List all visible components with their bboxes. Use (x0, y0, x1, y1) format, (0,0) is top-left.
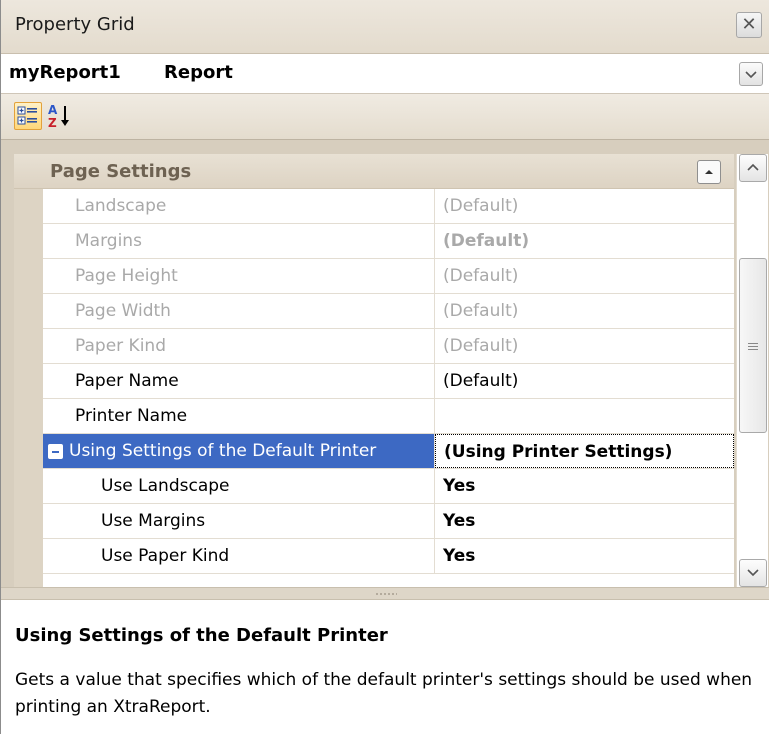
scroll-down-button[interactable] (739, 559, 767, 587)
svg-text:Z: Z (48, 116, 57, 130)
property-value[interactable]: (Using Printer Settings) (435, 434, 734, 468)
property-value[interactable]: Yes (435, 539, 734, 573)
property-name-selected: Using Settings of the Default Printer (43, 434, 435, 468)
category-row-page-settings[interactable]: Page Settings (14, 154, 734, 189)
property-row-use-paper-kind[interactable]: Use Paper Kind Yes (43, 539, 734, 574)
alphabetical-view-button[interactable]: A Z (46, 102, 74, 130)
property-name: Page Width (43, 294, 435, 328)
property-value[interactable]: (Default) (435, 294, 734, 328)
collapse-category-button[interactable] (697, 160, 721, 184)
svg-text:A: A (48, 103, 58, 117)
property-row-page-height[interactable]: Page Height (Default) (43, 259, 734, 294)
property-name-text: Using Settings of the Default Printer (69, 441, 377, 461)
row-gutter (14, 189, 43, 587)
property-name: Use Landscape (43, 469, 435, 503)
grip-line (748, 343, 758, 344)
scroll-up-button[interactable] (739, 154, 767, 182)
collapse-expander-icon[interactable] (48, 444, 63, 459)
property-grid-panel: Property Grid ✕ myReport1 Report A Z Pag… (0, 0, 769, 735)
description-splitter[interactable] (1, 587, 769, 600)
property-row-page-width[interactable]: Page Width (Default) (43, 294, 734, 329)
property-name: Landscape (43, 189, 435, 223)
object-selector-dropdown-button[interactable] (739, 62, 763, 86)
property-name: Use Paper Kind (43, 539, 435, 573)
property-name: Paper Name (43, 364, 435, 398)
property-name: Use Margins (43, 504, 435, 538)
categorized-icon (17, 106, 37, 125)
categorized-view-button[interactable] (14, 102, 42, 130)
object-selector[interactable]: myReport1 Report (1, 54, 769, 94)
description-text: Gets a value that specifies which of the… (15, 670, 753, 717)
chevron-down-icon (747, 569, 759, 577)
close-button[interactable]: ✕ (736, 12, 762, 38)
chevron-up-icon (705, 170, 713, 174)
property-value[interactable]: (Default) (435, 259, 734, 293)
property-name: Margins (43, 224, 435, 258)
toolbar: A Z (1, 94, 769, 140)
property-row-margins[interactable]: Margins (Default) (43, 224, 734, 259)
property-name: Paper Kind (43, 329, 435, 363)
property-list: Page Settings Landscape (Default) Margin… (14, 154, 734, 587)
selected-object-type: Report (164, 62, 233, 83)
property-value[interactable]: (Default) (435, 224, 734, 258)
panel-title: Property Grid (15, 14, 135, 35)
property-row-printer-name[interactable]: Printer Name (43, 399, 734, 434)
description-panel: Using Settings of the Default Printer Ge… (1, 600, 769, 735)
property-row-use-landscape[interactable]: Use Landscape Yes (43, 469, 734, 504)
category-label: Page Settings (50, 161, 192, 182)
selected-object-name: myReport1 (9, 62, 121, 83)
property-name: Page Height (43, 259, 435, 293)
property-row-paper-name[interactable]: Paper Name (Default) (43, 364, 734, 399)
property-row-using-default-printer-settings[interactable]: Using Settings of the Default Printer (U… (43, 434, 734, 469)
property-row-use-margins[interactable]: Use Margins Yes (43, 504, 734, 539)
property-value[interactable] (435, 399, 734, 433)
close-icon: ✕ (741, 14, 757, 35)
property-row-landscape[interactable]: Landscape (Default) (43, 189, 734, 224)
scroll-thumb[interactable] (739, 258, 767, 433)
property-value[interactable]: Yes (435, 504, 734, 538)
chevron-down-icon (745, 71, 757, 79)
grip-line (748, 346, 758, 347)
property-row-paper-kind[interactable]: Paper Kind (Default) (43, 329, 734, 364)
property-grid: Page Settings Landscape (Default) Margin… (1, 140, 769, 587)
vertical-scrollbar[interactable] (736, 154, 768, 587)
title-bar: Property Grid ✕ (1, 0, 769, 54)
property-value[interactable]: (Default) (435, 329, 734, 363)
sort-az-icon: A Z (48, 103, 69, 130)
description-title: Using Settings of the Default Printer (15, 625, 388, 646)
splitter-grip (375, 593, 397, 595)
property-value[interactable]: (Default) (435, 364, 734, 398)
grip-line (748, 349, 758, 350)
chevron-up-icon (747, 163, 759, 171)
property-name: Printer Name (43, 399, 435, 433)
property-value[interactable]: Yes (435, 469, 734, 503)
property-value[interactable]: (Default) (435, 189, 734, 223)
